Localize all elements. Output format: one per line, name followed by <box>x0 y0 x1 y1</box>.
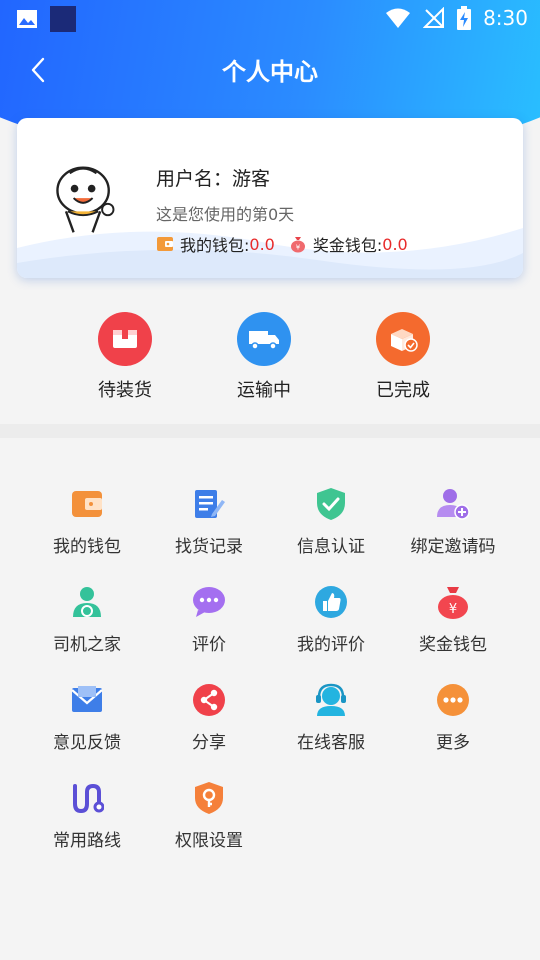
wallet-icon <box>157 237 173 251</box>
profile-card[interactable]: 用户名：游客 这是您使用的第0天 我的钱包: 0.0 ¥ 奖金钱包: 0.0 <box>17 118 523 278</box>
share-icon <box>191 682 227 718</box>
menu-more[interactable]: 更多 <box>393 682 513 753</box>
package-check-icon <box>376 312 430 366</box>
battery-charging-icon <box>457 6 472 30</box>
order-completed[interactable]: 已完成 <box>348 312 458 402</box>
menu-my-wallet[interactable]: 我的钱包 <box>27 486 147 557</box>
shield-check-icon <box>313 486 349 522</box>
usage-days-text: 这是您使用的第0天 <box>156 205 295 224</box>
user-add-icon <box>435 486 471 522</box>
order-status-row: 待装货 运输中 已完成 <box>0 300 540 410</box>
username-text: 用户名：游客 <box>156 168 271 190</box>
truck-icon <box>237 312 291 366</box>
menu-label: 信息认证 <box>297 537 365 557</box>
app-notification-icon <box>50 6 76 32</box>
status-time: 8:30 <box>483 6 528 30</box>
headset-icon <box>313 682 349 718</box>
document-edit-icon <box>191 486 227 522</box>
menu-label: 奖金钱包 <box>419 635 487 655</box>
menu-label: 常用路线 <box>53 831 121 851</box>
menu-share[interactable]: 分享 <box>149 682 269 753</box>
driver-icon <box>69 584 105 620</box>
menu-label: 评价 <box>192 635 226 655</box>
menu-verification[interactable]: 信息认证 <box>271 486 391 557</box>
mail-icon <box>69 682 105 718</box>
more-icon <box>435 682 471 718</box>
menu-my-reviews[interactable]: 我的评价 <box>271 584 391 655</box>
menu-review[interactable]: 评价 <box>149 584 269 655</box>
menu-label: 分享 <box>192 733 226 753</box>
menu-label: 绑定邀请码 <box>410 537 496 557</box>
bonus-wallet-balance[interactable]: ¥ 奖金钱包: 0.0 <box>289 232 408 256</box>
menu-label: 我的钱包 <box>53 537 121 557</box>
menu-label: 意见反馈 <box>53 733 121 753</box>
menu-label: 在线客服 <box>297 733 365 753</box>
my-wallet-balance[interactable]: 我的钱包: 0.0 <box>156 232 275 256</box>
chat-bubble-icon <box>191 584 227 620</box>
navigation-bar: 个人中心 <box>0 40 540 98</box>
menu-driver-home[interactable]: 司机之家 <box>27 584 147 655</box>
wifi-icon <box>386 8 411 28</box>
bonus-label: 奖金钱包: <box>312 236 383 255</box>
status-bar: 8:30 <box>0 0 540 36</box>
avatar[interactable] <box>47 162 123 238</box>
wallet-label: 我的钱包: <box>180 236 250 255</box>
key-shield-icon <box>191 780 227 816</box>
svg-text:¥: ¥ <box>449 602 457 617</box>
order-in-transit[interactable]: 运输中 <box>209 312 319 402</box>
menu-label: 我的评价 <box>297 635 365 655</box>
order-pending-loading[interactable]: 待装货 <box>70 312 180 402</box>
svg-text:¥: ¥ <box>296 244 301 252</box>
bonus-value: 0.0 <box>382 234 408 254</box>
order-label: 运输中 <box>237 380 291 401</box>
route-icon <box>69 780 105 816</box>
menu-cargo-history[interactable]: 找货记录 <box>149 486 269 557</box>
menu-online-service[interactable]: 在线客服 <box>271 682 391 753</box>
order-label: 待装货 <box>98 380 152 401</box>
menu-label: 更多 <box>436 733 470 753</box>
menu-label: 权限设置 <box>175 831 243 851</box>
wallet-value: 0.0 <box>249 234 275 254</box>
menu-bonus-wallet[interactable]: ¥ 奖金钱包 <box>393 584 513 655</box>
box-icon <box>98 312 152 366</box>
page-title: 个人中心 <box>222 58 318 86</box>
section-divider <box>0 424 540 438</box>
money-bag-icon: ¥ <box>290 237 305 253</box>
no-signal-icon <box>423 7 445 28</box>
menu-label: 找货记录 <box>175 537 243 557</box>
menu-bind-invite-code[interactable]: 绑定邀请码 <box>393 486 513 557</box>
menu-permission-settings[interactable]: 权限设置 <box>149 780 269 851</box>
menu-feedback[interactable]: 意见反馈 <box>27 682 147 753</box>
menu-label: 司机之家 <box>53 635 121 655</box>
menu-frequent-routes[interactable]: 常用路线 <box>27 780 147 851</box>
order-label: 已完成 <box>376 380 430 401</box>
money-bag-icon: ¥ <box>435 584 471 620</box>
image-notification-icon <box>17 10 37 28</box>
thumbs-up-icon <box>313 584 349 620</box>
balances-row: 我的钱包: 0.0 ¥ 奖金钱包: 0.0 <box>156 232 422 256</box>
wallet-icon <box>69 486 105 522</box>
